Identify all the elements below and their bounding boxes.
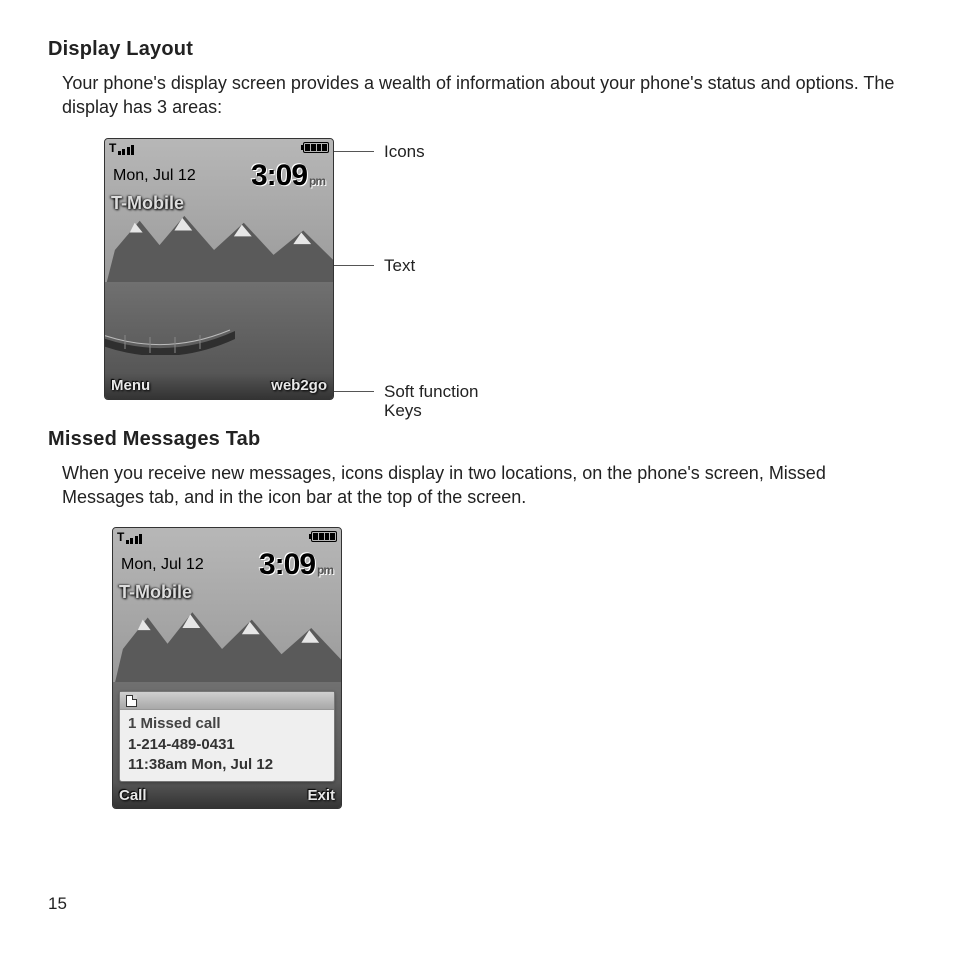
figure-display-layout: T Mon, Jul 12 3:09 pm T-Mobile Menu web2…	[104, 138, 906, 400]
carrier-label: T-Mobile	[111, 193, 184, 214]
signal-icon-2: T	[117, 530, 142, 544]
paragraph-missed-messages: When you receive new messages, icons dis…	[62, 461, 906, 510]
status-time: 3:09 pm	[251, 159, 325, 193]
carrier-label-2: T-Mobile	[119, 582, 192, 603]
battery-icon-2	[311, 531, 337, 542]
wallpaper-mountains-2	[113, 607, 341, 691]
softkey-left-menu[interactable]: Menu	[111, 377, 150, 394]
notification-title: 1 Missed call	[128, 714, 326, 734]
document-icon	[126, 695, 137, 707]
time-ampm-2: pm	[317, 563, 333, 577]
page-number: 15	[48, 894, 67, 914]
figure-missed-messages: T Mon, Jul 12 3:09 pm T-Mobile 1 Missed …	[112, 527, 906, 809]
softkey-right-exit[interactable]: Exit	[307, 787, 335, 804]
time-value: 3:09	[251, 159, 307, 193]
annotation-text: Text	[384, 256, 415, 276]
signal-icon: T	[109, 141, 134, 155]
heading-display-layout: Display Layout	[48, 38, 906, 61]
wallpaper-mountains	[105, 211, 333, 289]
missed-messages-tab[interactable]: 1 Missed call 1-214-489-0431 11:38am Mon…	[119, 691, 335, 782]
heading-missed-messages: Missed Messages Tab	[48, 428, 906, 451]
status-date-2: Mon, Jul 12	[121, 556, 204, 574]
notification-timestamp: 11:38am Mon, Jul 12	[128, 755, 326, 775]
phone-screenshot-1: T Mon, Jul 12 3:09 pm T-Mobile Menu web2…	[104, 138, 334, 400]
softkey-left-call[interactable]: Call	[119, 787, 147, 804]
status-time-2: 3:09 pm	[259, 548, 333, 582]
paragraph-display-layout: Your phone's display screen provides a w…	[62, 71, 906, 120]
softkey-right-web2go[interactable]: web2go	[271, 377, 327, 394]
time-value-2: 3:09	[259, 548, 315, 582]
time-ampm: pm	[309, 174, 325, 188]
phone-screenshot-2: T Mon, Jul 12 3:09 pm T-Mobile 1 Missed …	[112, 527, 342, 809]
notification-number: 1-214-489-0431	[128, 735, 326, 755]
annotation-icons: Icons	[384, 142, 425, 162]
battery-icon	[303, 142, 329, 153]
notification-tab-bar	[120, 692, 334, 710]
wallpaper-canoe	[104, 315, 235, 355]
annotation-soft-function-keys: Soft function Keys	[384, 382, 479, 421]
status-date: Mon, Jul 12	[113, 167, 196, 185]
